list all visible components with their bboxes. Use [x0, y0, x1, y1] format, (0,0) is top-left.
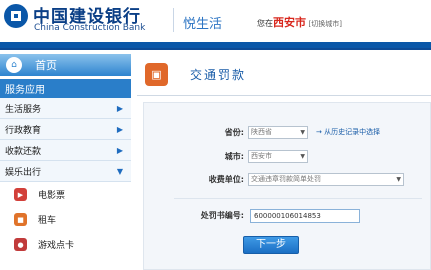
page-title-row: ▣ 交通罚款 [137, 54, 431, 96]
page-title: 交通罚款 [190, 68, 247, 82]
sidebar-subitem-movie-tickets[interactable]: ▶ 电影票 [0, 182, 131, 207]
header: 中国建设银行 China Construction Bank 悦生活 您在西安市… [0, 0, 431, 44]
unit-value: 交通违章罚款简单处罚 [251, 175, 321, 183]
car-icon: ■ [14, 213, 27, 226]
sidebar-item-label: 行政教育 [5, 125, 42, 136]
location-city: 西安市 [273, 16, 306, 29]
sidebar-subitem-label: 电影票 [38, 191, 66, 201]
film-icon: ▶ [14, 188, 27, 201]
bank-name-en: China Construction Bank [34, 23, 146, 33]
unit-row: 收费单位: 交通违章罚款简单处罚 ▼ [144, 173, 431, 187]
history-link[interactable]: → 从历史记录中选择 [316, 127, 380, 137]
unit-label: 收费单位: [208, 175, 244, 184]
home-icon: ⌂ [6, 57, 22, 73]
fine-payment-form: 省份: 陕西省 ▼ → 从历史记录中选择 城市: 西安市 ▼ 收费单位: 交通违… [143, 102, 431, 270]
sidebar-subitem-label: 游戏点卡 [38, 241, 75, 251]
sidebar-subitem-label: 租车 [38, 216, 57, 226]
sidebar-subitem-game-cards[interactable]: ● 游戏点卡 [0, 232, 131, 257]
main-content: ▣ 交通罚款 省份: 陕西省 ▼ → 从历史记录中选择 城市: 西安市 ▼ 收费… [137, 54, 431, 270]
location-info: 您在西安市 [切换城市] [257, 14, 342, 30]
sidebar-item-label: 娱乐出行 [5, 167, 42, 178]
unit-select[interactable]: 交通违章罚款简单处罚 ▼ [248, 173, 404, 186]
city-value: 西安市 [251, 152, 272, 160]
sidebar-section-header: 服务应用 [0, 79, 131, 98]
ticket-row: 处罚书编号: 600000106014853 [144, 209, 431, 223]
sidebar-item-payments[interactable]: 收款还款 ▶ [0, 140, 131, 161]
sidebar-subitem-car-rental[interactable]: ■ 租车 [0, 207, 131, 232]
sidebar-home[interactable]: ⌂ 首页 [0, 54, 131, 76]
province-select[interactable]: 陕西省 ▼ [248, 126, 308, 139]
location-prefix: 您在 [257, 19, 273, 28]
sidebar: ⌂ 首页 服务应用 生活服务 ▶ 行政教育 ▶ 收款还款 ▶ 娱乐出行 ▼ ▶ … [0, 54, 131, 270]
sidebar-item-entertainment[interactable]: 娱乐出行 ▼ [0, 161, 131, 182]
sidebar-home-label: 首页 [35, 59, 57, 72]
sidebar-item-life-services[interactable]: 生活服务 ▶ [0, 98, 131, 119]
province-label: 省份: [224, 128, 244, 137]
product-name: 悦生活 [183, 17, 223, 32]
province-row: 省份: 陕西省 ▼ → 从历史记录中选择 [144, 126, 431, 140]
history-link-label: 从历史记录中选择 [324, 128, 381, 136]
province-value: 陕西省 [251, 128, 272, 136]
chevron-right-icon: ▶ [116, 124, 123, 134]
ccb-logo-icon [4, 4, 28, 28]
sidebar-item-label: 生活服务 [5, 104, 42, 115]
header-blue-bar [0, 42, 431, 50]
chevron-down-icon: ▼ [396, 176, 401, 183]
form-divider [174, 198, 422, 199]
chevron-down-icon: ▼ [300, 129, 305, 136]
header-divider [173, 8, 174, 32]
ticket-label: 处罚书编号: [200, 211, 244, 220]
city-row: 城市: 西安市 ▼ [144, 150, 431, 164]
game-icon: ● [14, 238, 27, 251]
ticket-number-input[interactable]: 600000106014853 [250, 209, 360, 223]
city-select[interactable]: 西安市 ▼ [248, 150, 308, 163]
city-label: 城市: [224, 152, 244, 161]
sidebar-item-label: 收款还款 [5, 146, 42, 157]
traffic-fine-icon: ▣ [145, 63, 168, 86]
arrow-right-icon: → [316, 128, 325, 136]
chevron-down-icon: ▼ [116, 166, 123, 176]
sidebar-item-admin-education[interactable]: 行政教育 ▶ [0, 119, 131, 140]
switch-city-link[interactable]: [切换城市] [309, 20, 342, 28]
next-button[interactable]: 下一步 [243, 236, 299, 254]
chevron-right-icon: ▶ [116, 103, 123, 113]
chevron-right-icon: ▶ [116, 145, 123, 155]
chevron-down-icon: ▼ [300, 153, 305, 160]
